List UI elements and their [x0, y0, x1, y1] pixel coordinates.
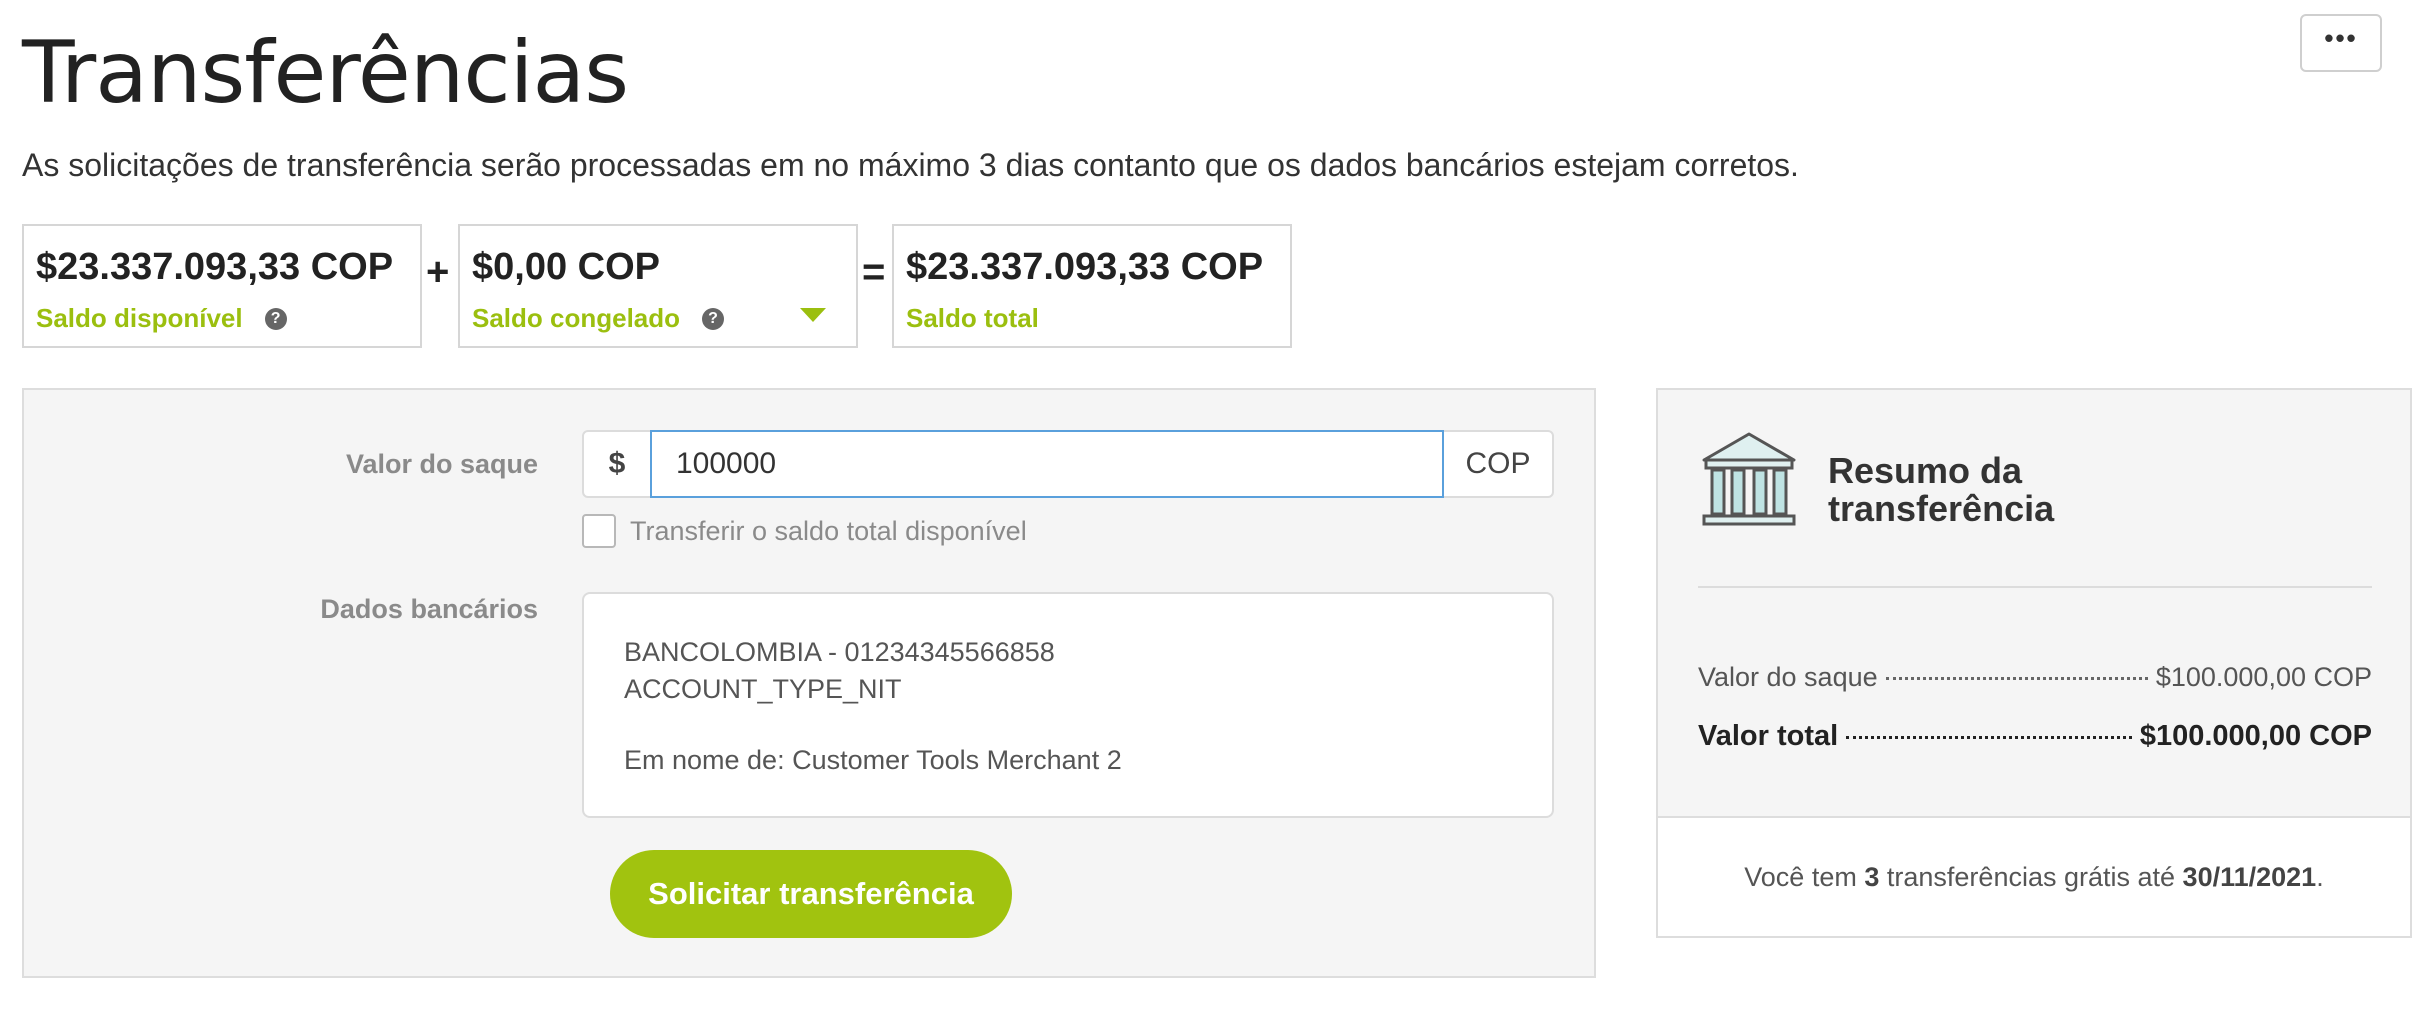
bank-account-line: BANCOLOMBIA - 01234345566858: [624, 637, 1055, 667]
more-icon: •••: [2324, 23, 2358, 53]
summary-divider: [1698, 586, 2372, 588]
summary-title-line-2: transferência: [1828, 488, 2055, 529]
page-subtitle: As solicitações de transferência serão p…: [22, 147, 1799, 183]
equals-operator: =: [862, 250, 886, 294]
request-transfer-button[interactable]: Solicitar transferência: [610, 850, 1012, 938]
total-balance-label: Saldo total: [906, 303, 1039, 333]
summary-row-total: Valor total $100.000,00 COP: [1698, 720, 2372, 753]
more-options-button[interactable]: •••: [2300, 14, 2382, 72]
page-title: Transferências: [22, 23, 629, 123]
total-balance-amount: $23.337.093,33 COP: [906, 246, 1264, 288]
caret-down-icon[interactable]: [800, 308, 826, 322]
transfer-all-option[interactable]: Transferir o saldo total disponível: [582, 514, 1027, 548]
help-icon[interactable]: ?: [264, 307, 287, 330]
available-balance-amount: $23.337.093,33 COP: [36, 246, 394, 288]
summary-row-value: $100.000,00 COP: [2155, 662, 2372, 692]
free-transfers-note: Você tem 3 transferências grátis até 30/…: [1656, 816, 2412, 938]
plus-operator: +: [426, 250, 450, 294]
summary-row-withdraw: Valor do saque $100.000,00 COP: [1698, 662, 2372, 693]
transfer-summary: Resumo da transferência Valor do saque $…: [1656, 388, 2412, 818]
available-balance-label: Saldo disponível: [36, 303, 243, 333]
summary-title-line-1: Resumo da: [1828, 450, 2023, 491]
dotted-leader: [1885, 677, 2148, 680]
help-icon[interactable]: ?: [702, 307, 725, 330]
bank-details-box: BANCOLOMBIA - 01234345566858 ACCOUNT_TYP…: [582, 592, 1554, 818]
withdraw-amount-group: $ COP: [582, 430, 1554, 498]
summary-row-label: Valor do saque: [1698, 662, 1878, 692]
transfer-all-checkbox[interactable]: [582, 514, 616, 548]
summary-row-label: Valor total: [1698, 720, 1839, 752]
free-transfers-date: 30/11/2021: [2182, 861, 2317, 892]
frozen-balance-card[interactable]: $0,00 COP Saldo congelado ?: [458, 224, 858, 348]
free-transfers-text: transferências grátis até: [1886, 861, 2176, 892]
currency-suffix: COP: [1465, 447, 1531, 480]
dotted-leader: [1846, 736, 2132, 739]
bank-account-type: ACCOUNT_TYPE_NIT: [624, 674, 902, 704]
withdraw-amount-label: Valor do saque: [345, 449, 538, 479]
free-transfers-count: 3: [1864, 861, 1880, 892]
total-balance-card: $23.337.093,33 COP Saldo total: [892, 224, 1292, 348]
bank-account-owner: Em nome de: Customer Tools Merchant 2: [624, 745, 1122, 775]
transfer-form: Valor do saque $ COP Transferir o saldo …: [22, 388, 1596, 978]
free-transfers-prefix: Você tem: [1744, 861, 1857, 892]
frozen-balance-amount: $0,00 COP: [472, 246, 660, 288]
bank-details-label: Dados bancários: [320, 594, 538, 624]
withdraw-amount-input[interactable]: [650, 430, 1444, 498]
summary-title: Resumo da transferência: [1828, 452, 2054, 528]
free-transfers-suffix: .: [2316, 861, 2324, 892]
transfer-all-label[interactable]: Transferir o saldo total disponível: [630, 516, 1027, 547]
frozen-balance-label: Saldo congelado: [472, 303, 681, 333]
bank-building-icon: [1698, 430, 1800, 535]
available-balance-card: $23.337.093,33 COP Saldo disponível ?: [22, 224, 422, 348]
summary-row-value: $100.000,00 COP: [2139, 720, 2372, 752]
currency-prefix: $: [608, 447, 626, 480]
